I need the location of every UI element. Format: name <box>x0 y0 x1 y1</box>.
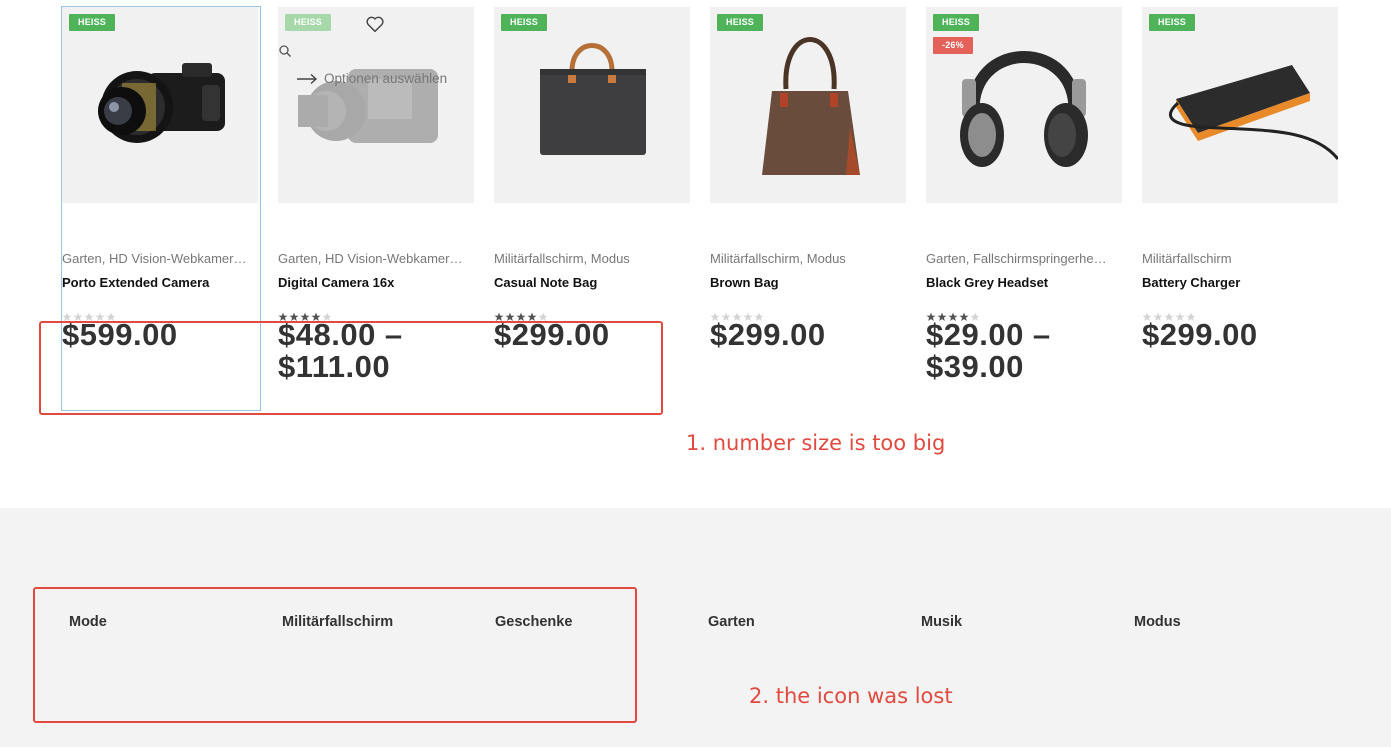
category-footer: Mode Militärfallschirm Geschenke Garten … <box>0 508 1391 747</box>
hot-badge: HEISS <box>285 14 332 31</box>
product-image[interactable]: HEISS <box>494 7 690 203</box>
camera-image <box>298 69 438 143</box>
bag-image <box>762 37 860 175</box>
product-card[interactable]: HEISS Militärfallschirm Battery Charger … <box>1142 7 1338 351</box>
select-options-link[interactable]: Optionen auswählen <box>296 71 447 86</box>
hot-badge: HEISS <box>1149 14 1196 31</box>
hot-badge: HEISS <box>717 14 764 31</box>
product-card[interactable]: HEISS Militärfallschirm, Modus Brown Bag… <box>710 7 906 351</box>
annotation-box <box>39 321 663 415</box>
category-link-musik[interactable]: Musik <box>921 614 962 630</box>
product-image[interactable]: HEISS Optionen auswählen <box>278 7 474 203</box>
product-title[interactable]: Casual Note Bag <box>494 275 690 290</box>
category-link-modus[interactable]: Modus <box>1134 614 1181 630</box>
product-title[interactable]: Digital Camera 16x <box>278 275 474 290</box>
product-card[interactable]: HEISS Garten, HD Vision-Webkamer… Porto … <box>61 6 261 411</box>
product-card[interactable]: HEISS Militärfallschirm, Modus Casual No… <box>494 7 690 351</box>
product-categories[interactable]: Militärfallschirm <box>1142 251 1338 266</box>
product-title[interactable]: Black Grey Headset <box>926 275 1122 290</box>
product-categories[interactable]: Garten, HD Vision-Webkamer… <box>278 251 474 266</box>
product-card[interactable]: HEISS -26% Garten, Fallschirmspringerhe…… <box>926 7 1122 383</box>
arrow-right-icon <box>297 73 318 84</box>
product-price: $299.00 <box>710 317 826 352</box>
product-categories[interactable]: Garten, HD Vision-Webkamer… <box>62 251 258 266</box>
annotation-box <box>33 587 637 723</box>
hot-badge: HEISS <box>501 14 548 31</box>
select-options-label: Optionen auswählen <box>324 71 448 86</box>
battery-charger-image <box>1168 65 1338 160</box>
product-image[interactable]: HEISS -26% <box>926 7 1122 203</box>
annotation-note: 1. number size is too big <box>686 431 946 455</box>
product-title[interactable]: Battery Charger <box>1142 275 1338 290</box>
product-title[interactable]: Porto Extended Camera <box>62 275 258 290</box>
heart-icon[interactable] <box>364 13 386 35</box>
search-icon[interactable] <box>278 44 292 58</box>
product-categories[interactable]: Militärfallschirm, Modus <box>494 251 690 266</box>
product-categories[interactable]: Militärfallschirm, Modus <box>710 251 906 266</box>
hot-badge: HEISS <box>933 14 980 31</box>
product-image[interactable]: HEISS <box>1142 7 1338 203</box>
product-image[interactable]: HEISS <box>710 7 906 203</box>
hot-badge: HEISS <box>69 14 116 31</box>
product-title[interactable]: Brown Bag <box>710 275 906 290</box>
product-categories[interactable]: Garten, Fallschirmspringerhe… <box>926 251 1122 266</box>
product-price: $29.00 – $39.00 <box>926 317 1051 384</box>
discount-badge: -26% <box>933 37 973 54</box>
bag-image <box>540 43 646 155</box>
product-image[interactable]: HEISS <box>62 7 258 203</box>
category-link-garten[interactable]: Garten <box>708 614 755 630</box>
product-grid: HEISS Garten, HD Vision-Webkamer… Porto … <box>0 0 1391 508</box>
camera-image <box>98 63 225 143</box>
product-price: $299.00 <box>1142 317 1258 352</box>
annotation-note: 2. the icon was lost <box>749 684 953 708</box>
